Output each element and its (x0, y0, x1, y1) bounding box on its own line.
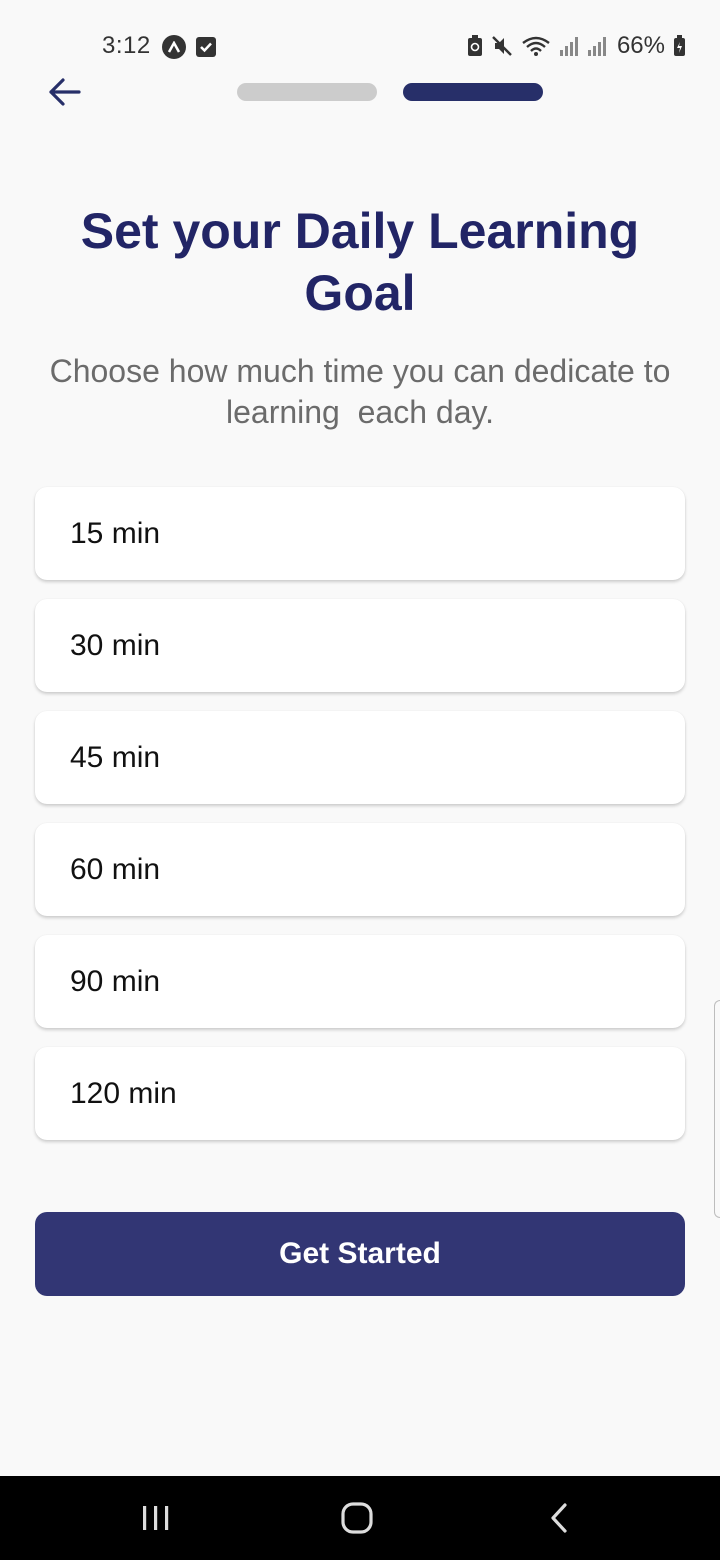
goal-option-60[interactable]: 60 min (35, 823, 685, 916)
goal-option-90[interactable]: 90 min (35, 935, 685, 1028)
status-right-icons: 66% (467, 32, 686, 60)
option-label: 60 min (70, 852, 161, 886)
option-label: 120 min (70, 1076, 177, 1110)
back-button[interactable] (44, 72, 84, 112)
back-icon (551, 1503, 567, 1533)
arrow-left-icon (49, 78, 81, 106)
system-back-button[interactable] (534, 1498, 584, 1538)
goal-option-30[interactable]: 30 min (35, 599, 685, 692)
recents-button[interactable] (131, 1498, 181, 1538)
option-label: 90 min (70, 964, 161, 998)
page-subtitle: Choose how much time you can dedicate to… (49, 353, 680, 430)
progress-step-1 (237, 83, 377, 101)
progress-step-2 (403, 83, 543, 101)
home-icon (341, 1502, 373, 1534)
goal-option-15[interactable]: 15 min (35, 487, 685, 580)
signal-icon (559, 37, 578, 56)
option-label: 15 min (70, 516, 161, 550)
page-title: Set your Daily Learning Goal (80, 203, 640, 321)
scroll-indicator (714, 1000, 720, 1218)
recents-icon (143, 1506, 169, 1530)
checkbox-icon (196, 37, 216, 57)
wifi-icon (522, 36, 550, 56)
goal-option-120[interactable]: 120 min (35, 1047, 685, 1140)
status-bar: 3:12 66% (0, 0, 720, 80)
battery-icon (674, 35, 685, 56)
option-label: 45 min (70, 740, 161, 774)
app-circle-icon (162, 35, 186, 59)
battery-saver-icon (467, 35, 482, 56)
signal-icon (587, 37, 606, 56)
mute-icon (492, 36, 512, 56)
goal-options-list: 15 min 30 min 45 min 60 min 90 min 120 m… (35, 487, 685, 1159)
battery-percent: 66% (616, 32, 665, 59)
system-nav-bar (0, 1476, 720, 1560)
status-time: 3:12 (102, 32, 151, 59)
option-label: 30 min (70, 628, 161, 662)
get-started-button[interactable]: Get Started (35, 1212, 685, 1296)
status-left-icons (162, 35, 216, 59)
goal-option-45[interactable]: 45 min (35, 711, 685, 804)
home-button[interactable] (332, 1498, 382, 1538)
